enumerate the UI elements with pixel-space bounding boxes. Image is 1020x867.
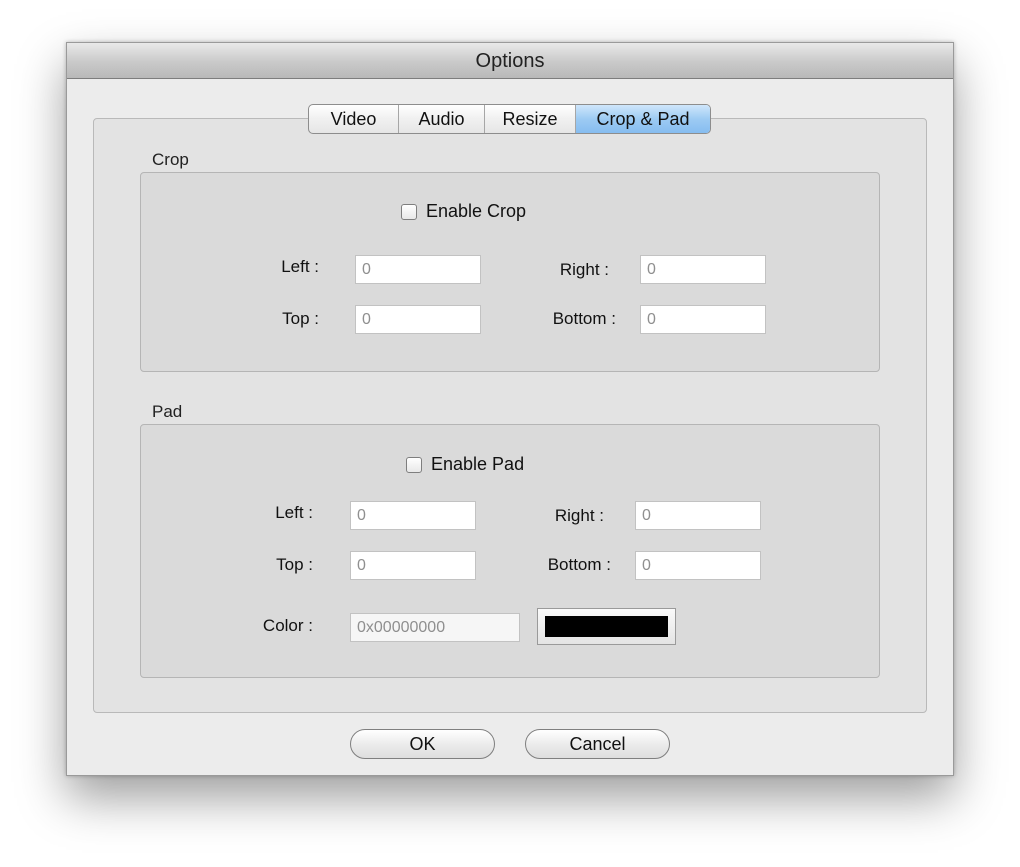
pad-color-label: Color : — [262, 616, 313, 635]
pad-right-label: Right : — [554, 506, 604, 525]
pad-left-field[interactable] — [350, 501, 476, 530]
pad-group-label: Pad — [152, 402, 183, 421]
title-bar[interactable]: Options — [67, 43, 953, 79]
tab-video[interactable]: Video — [309, 105, 399, 133]
ok-button[interactable]: OK — [350, 729, 495, 759]
pad-right-field[interactable] — [635, 501, 761, 530]
tab-resize[interactable]: Resize — [485, 105, 576, 133]
enable-pad-checkbox[interactable]: Enable Pad — [406, 454, 524, 475]
window-title: Options — [475, 50, 545, 72]
pad-bottom-field[interactable] — [635, 551, 761, 580]
crop-right-field[interactable] — [640, 255, 766, 284]
crop-group: Enable Crop Left : Right : Top : Bottom … — [140, 172, 880, 372]
enable-crop-checkbox-box[interactable] — [401, 203, 417, 220]
pad-top-field[interactable] — [350, 551, 476, 580]
crop-left-field[interactable] — [355, 255, 481, 284]
color-swatch-well[interactable] — [537, 608, 676, 645]
pad-bottom-label: Bottom : — [547, 555, 611, 574]
pad-left-label: Left : — [275, 503, 313, 522]
crop-top-field[interactable] — [355, 305, 481, 334]
crop-bottom-field[interactable] — [640, 305, 766, 334]
enable-crop-checkbox[interactable]: Enable Crop — [401, 201, 526, 222]
enable-crop-label: Enable Crop — [426, 201, 527, 221]
enable-pad-label: Enable Pad — [431, 454, 525, 474]
tab-crop-and-pad[interactable]: Crop & Pad — [576, 105, 710, 133]
options-dialog: Options Video Audio Resize Crop & Pad Cr… — [66, 42, 954, 776]
tab-bar: Video Audio Resize Crop & Pad — [308, 104, 711, 134]
crop-bottom-label: Bottom : — [552, 309, 616, 328]
tab-audio[interactable]: Audio — [399, 105, 485, 133]
cancel-button[interactable]: Cancel — [525, 729, 670, 759]
pad-color-field[interactable] — [350, 613, 520, 642]
color-swatch — [545, 616, 668, 637]
enable-pad-checkbox-box[interactable] — [406, 456, 422, 473]
pad-group: Enable Pad Left : Right : Top : Bottom :… — [140, 424, 880, 678]
crop-group-label: Crop — [152, 150, 189, 169]
crop-top-label: Top : — [282, 309, 319, 328]
crop-right-label: Right : — [559, 260, 609, 279]
crop-left-label: Left : — [281, 257, 319, 276]
pad-top-label: Top : — [276, 555, 313, 574]
